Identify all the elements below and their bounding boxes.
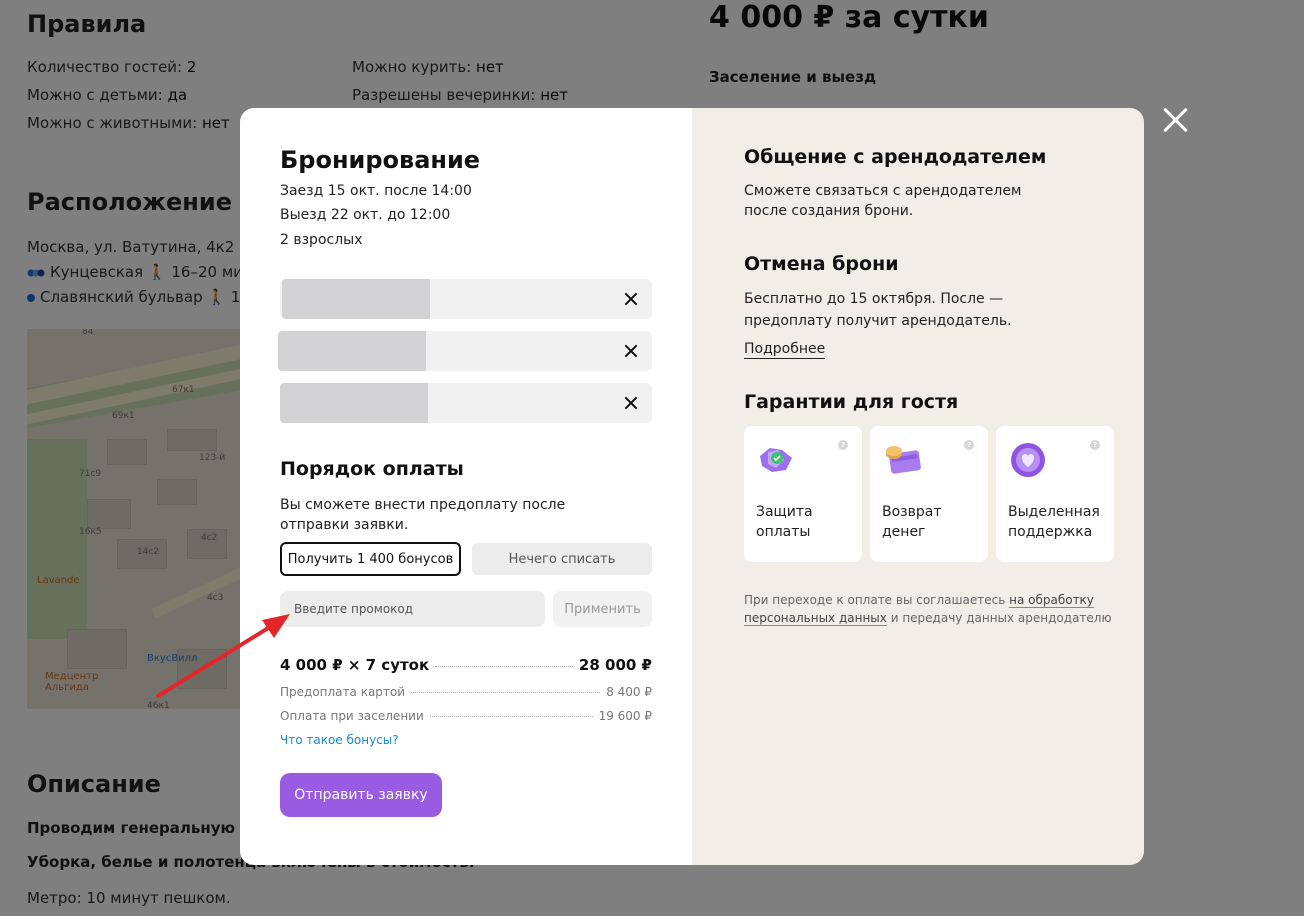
- close-modal-icon[interactable]: [1162, 106, 1190, 134]
- guarantee-label: Выделенная поддержка: [1008, 504, 1100, 540]
- booking-title: Бронирование: [280, 146, 481, 174]
- payment-text: Вы сможете внести предоплату после отпра…: [280, 497, 566, 533]
- onsite-payment-row: Оплата при заселении 19 600 ₽: [280, 709, 652, 723]
- get-bonus-button[interactable]: Получить 1 400 бонусов: [280, 542, 461, 576]
- legal-consent-text: При переходе к оплате вы соглашаетесь на…: [744, 593, 1112, 626]
- contact-title: Общение с арендодателем: [744, 146, 1047, 168]
- shield-check-icon: [760, 448, 792, 472]
- help-icon[interactable]: ?: [838, 440, 848, 450]
- guests-info: 2 взрослых: [280, 232, 363, 248]
- nothing-to-redeem-button[interactable]: Нечего списать: [472, 543, 652, 575]
- payment-title: Порядок оплаты: [280, 458, 464, 480]
- booking-panel: Бронирование Заезд 15 окт. после 14:00 В…: [240, 108, 692, 865]
- guest-row: [280, 383, 652, 423]
- heart-bubble-icon: [1011, 443, 1045, 477]
- info-panel: Общение с арендодателем Сможете связатьс…: [692, 108, 1144, 865]
- contact-text: Сможете связаться с арендодателем после …: [744, 183, 1022, 219]
- guarantee-card-refund[interactable]: ? Возврат денег: [870, 426, 988, 562]
- cancel-text: Бесплатно до 15 октября. После — предопл…: [744, 291, 1012, 329]
- guest-row: [278, 331, 652, 371]
- help-icon[interactable]: ?: [1090, 440, 1100, 450]
- submit-request-button[interactable]: Отправить заявку: [280, 773, 442, 817]
- promo-code-input[interactable]: Введите промокод: [280, 591, 545, 627]
- remove-guest-icon[interactable]: [624, 292, 638, 306]
- prepay-row: Предоплата картой 8 400 ₽: [280, 685, 652, 699]
- guest-name-redacted: [278, 331, 426, 371]
- guarantee-label: Защита оплаты: [756, 504, 813, 540]
- guarantee-card-support[interactable]: ? Выделенная поддержка: [996, 426, 1114, 562]
- remove-guest-icon[interactable]: [624, 344, 638, 358]
- guest-name-redacted: [282, 279, 430, 319]
- booking-modal: Бронирование Заезд 15 окт. после 14:00 В…: [240, 108, 1144, 865]
- guarantee-card-payment-protection[interactable]: ? Защита оплаты: [744, 426, 862, 562]
- more-details-link[interactable]: Подробнее: [744, 340, 826, 359]
- guest-row: [280, 279, 652, 319]
- help-icon[interactable]: ?: [964, 440, 974, 450]
- guarantee-label: Возврат денег: [882, 504, 942, 540]
- checkout-info: Выезд 22 окт. до 12:00: [280, 207, 451, 223]
- what-are-bonuses-link[interactable]: Что такое бонусы?: [280, 733, 399, 747]
- total-row: 4 000 ₽ × 7 суток 28 000 ₽: [280, 656, 652, 674]
- cancel-title: Отмена брони: [744, 253, 899, 275]
- guest-name-redacted: [280, 383, 428, 423]
- card-coins-icon: [886, 446, 921, 474]
- apply-promo-button[interactable]: Применить: [553, 591, 652, 627]
- annotation-arrow-icon: [156, 614, 290, 698]
- checkin-info: Заезд 15 окт. после 14:00: [280, 183, 472, 199]
- remove-guest-icon[interactable]: [624, 396, 638, 410]
- guarantees-title: Гарантии для гостя: [744, 391, 959, 413]
